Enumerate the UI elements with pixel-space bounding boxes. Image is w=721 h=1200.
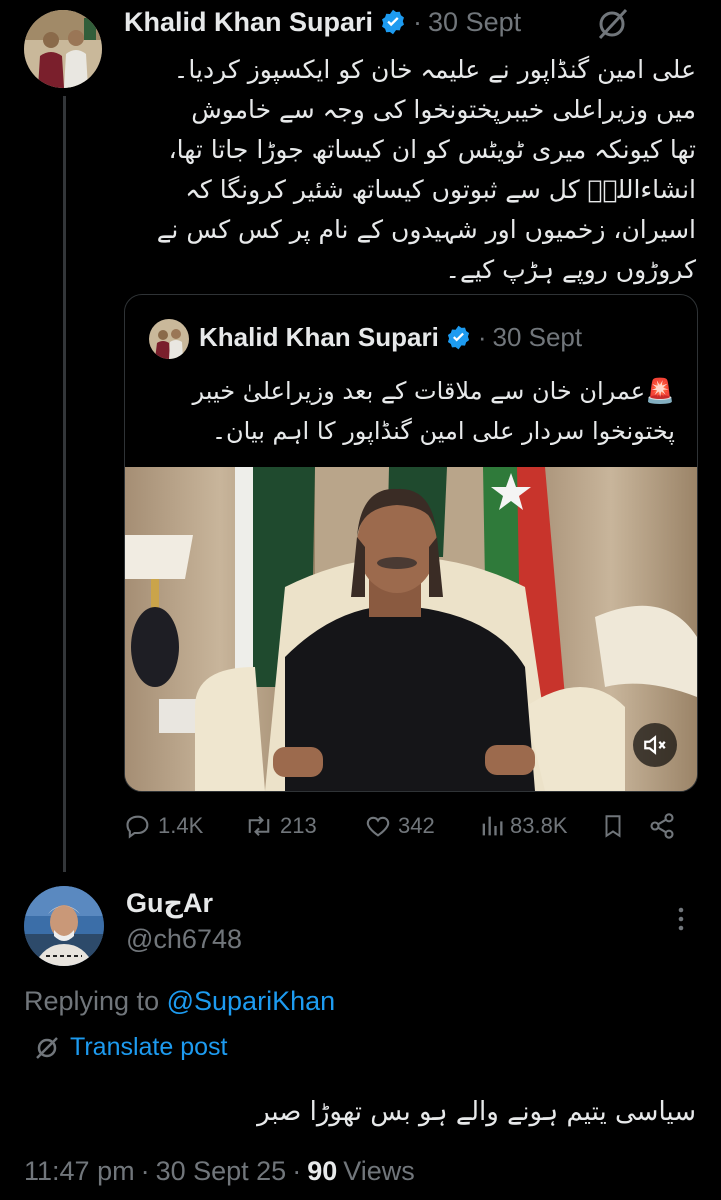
views-icon [482, 816, 503, 836]
quoted-text: 🚨عمران خان سے ملاقات کے بعد وزیراعلیٰ خی… [145, 371, 675, 451]
post-date[interactable]: 30 Sept [428, 7, 521, 38]
reply-views-count: 90 [307, 1156, 338, 1186]
mute-button[interactable] [633, 723, 677, 767]
reply-count: 1.4K [158, 813, 204, 838]
video-frame-image [125, 467, 697, 791]
share-icon [650, 813, 674, 839]
quoted-text-line: 🚨عمران خان سے ملاقات کے بعد وزیراعلیٰ خی… [192, 377, 675, 405]
views-button[interactable]: 83.8K [480, 812, 600, 840]
views-count: 83.8K [510, 813, 568, 838]
reply-icon [126, 815, 149, 839]
reply-meta: 11:47 pm · 30 Sept 25 · 90 Views [24, 1156, 415, 1187]
repost-button[interactable]: 213 [244, 812, 364, 840]
reply-time[interactable]: 11:47 pm [24, 1156, 135, 1187]
post-separator: · [413, 6, 423, 37]
quoted-header: Khalid Khan Supari · 30 Sept [199, 317, 582, 357]
like-icon [366, 816, 390, 837]
share-button[interactable] [648, 812, 676, 840]
repost-count: 213 [280, 813, 317, 838]
meta-separator: · [292, 1156, 302, 1186]
verified-badge-icon [379, 8, 407, 36]
more-icon [678, 907, 684, 931]
post-text-line: علی امین گنڈاپور نے علیمہ خان کو ایکسپوز… [173, 55, 696, 84]
post-header: Khalid Khan Supari · 30 Sept [124, 4, 521, 40]
repost-icon [248, 816, 270, 836]
reply-views-label: Views [343, 1156, 415, 1186]
video-thumbnail[interactable] [125, 467, 697, 791]
post-text-line: اسیران، زخمیوں اور شہیدوں کے نام پر کس ک… [156, 215, 696, 244]
reply-date[interactable]: 30 Sept 25 [156, 1156, 287, 1187]
action-bar: 1.4K 213 342 83.8K [124, 808, 696, 844]
like-count: 342 [398, 813, 435, 838]
post-text: علی امین گنڈاپور نے علیمہ خان کو ایکسپوز… [124, 50, 696, 290]
translate-icon [36, 1036, 58, 1059]
quoted-separator: · [477, 321, 487, 352]
replying-to-handle[interactable]: @SupariKhan [167, 986, 336, 1016]
replying-to: Replying to @SupariKhan [24, 986, 335, 1017]
bookmark-icon [605, 815, 621, 838]
mute-icon [644, 735, 666, 755]
grok-icon[interactable] [594, 6, 630, 47]
quoted-author-name: Khalid Khan Supari [199, 321, 439, 352]
reply-button[interactable]: 1.4K [124, 812, 244, 840]
quoted-date: 30 Sept [492, 321, 583, 352]
translate-post-label: Translate post [70, 1033, 228, 1061]
reply-handle[interactable]: @ch6748 [126, 924, 242, 955]
bookmark-button[interactable] [600, 812, 648, 840]
replying-to-prefix: Replying to [24, 986, 160, 1016]
quoted-text-line: پختونخوا سردار علی امین گنڈاپور کا اہم ب… [211, 417, 675, 445]
verified-badge-icon [445, 324, 472, 351]
post-text-line: تھا کیونکہ میری ٹویٹس کو ان کیساتھ جوڑا … [168, 135, 696, 164]
thread-line [63, 96, 66, 872]
quoted-avatar [149, 319, 189, 359]
author-name[interactable]: Khalid Khan Supari [124, 7, 373, 38]
translate-post-button[interactable]: Translate post [34, 1033, 227, 1062]
reply-display-name[interactable]: GuجAr [126, 888, 213, 919]
post-text-line: کروڑوں روپے ہڑپ کیے۔ [445, 255, 696, 284]
post-text-line: میں وزیراعلی خیبرپختونخوا کی وجہ سے خامو… [191, 95, 696, 124]
author-avatar[interactable] [24, 10, 102, 88]
meta-separator: · [140, 1156, 150, 1186]
reply-text: سیاسی یتیم ہونے والے ہو بس تھوڑا صبر [257, 1097, 696, 1127]
quoted-post[interactable]: Khalid Khan Supari · 30 Sept 🚨عمران خان … [124, 294, 698, 792]
more-options-button[interactable] [668, 904, 694, 934]
reply-avatar[interactable] [24, 886, 104, 966]
like-button[interactable]: 342 [364, 812, 480, 840]
post-text-line: انشاءاللہؑ کل سے ثبوتوں کیساتھ شئیر کرون… [185, 175, 696, 204]
